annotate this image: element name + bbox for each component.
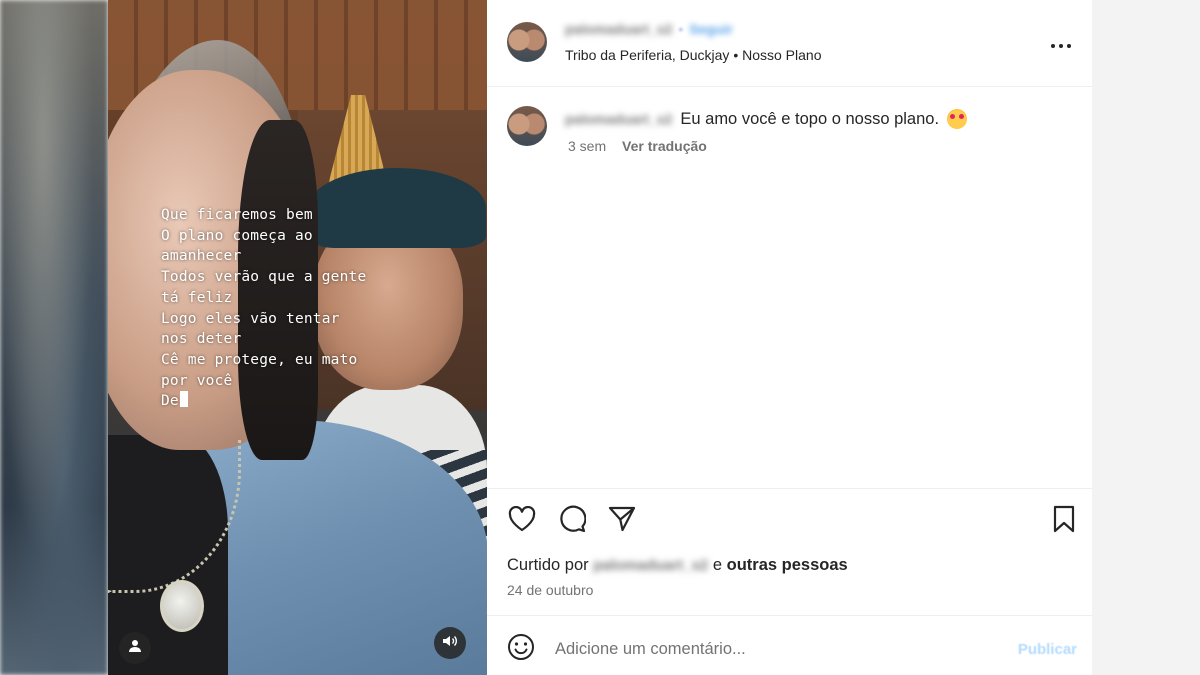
more-horizontal-icon — [1050, 32, 1072, 54]
comment-divider — [487, 615, 1092, 616]
bookmark-icon — [1052, 505, 1076, 538]
share-icon — [608, 506, 636, 537]
save-button[interactable] — [1049, 505, 1079, 538]
emoji-smile-icon[interactable] — [507, 633, 535, 666]
share-button[interactable] — [607, 506, 637, 536]
lyric-line: tá feliz — [161, 289, 233, 306]
likes-others-link[interactable]: outras pessoas — [727, 556, 848, 574]
lyric-line-last: De — [161, 391, 366, 412]
lyric-line: Todos verão que a gente — [161, 269, 367, 286]
comment-bar: Publicar — [507, 632, 1077, 666]
likes-summary: Curtido por palomaduart_s2 e outras pess… — [507, 556, 848, 575]
publish-button[interactable]: Publicar — [1018, 641, 1077, 658]
lyric-line: O plano começa ao — [161, 227, 313, 244]
author-avatar[interactable] — [507, 22, 547, 62]
likes-connector: e — [712, 556, 723, 574]
sound-toggle-button[interactable] — [434, 627, 466, 659]
lyric-line: amanhecer — [161, 248, 242, 265]
likes-prefix: Curtido por — [507, 556, 589, 574]
lyric-line-text: De — [161, 393, 179, 410]
caption: palomaduart_s2 Eu amo você e topo o noss… — [565, 109, 968, 129]
likes-username[interactable]: palomaduart_s2 — [593, 557, 708, 574]
heart-icon — [508, 505, 536, 537]
actions-divider — [487, 488, 1092, 489]
lyric-line: Cê me protege, eu mato — [161, 351, 358, 368]
lyrics-overlay: Que ficaremos bem O plano começa ao aman… — [161, 205, 366, 412]
post-header: palomaduart_s2 • Seguir — [565, 21, 733, 37]
author-username[interactable]: palomaduart_s2 — [565, 21, 672, 37]
comment-button[interactable] — [557, 505, 587, 538]
smiling-face-with-hearts-icon — [947, 109, 968, 129]
lyric-line: por você — [161, 372, 233, 389]
header-separator: • — [678, 21, 684, 37]
caption-avatar[interactable] — [507, 106, 547, 146]
comment-icon — [558, 505, 587, 538]
speaker-icon — [442, 634, 458, 653]
caption-meta: 3 sem Ver tradução — [568, 138, 707, 154]
video-pendant — [160, 580, 204, 632]
caption-username[interactable]: palomaduart_s2 — [565, 111, 672, 127]
lyric-line: Que ficaremos bem — [161, 207, 313, 223]
action-bar — [507, 505, 637, 538]
header-divider — [487, 86, 1092, 87]
blurred-backdrop — [0, 0, 108, 675]
video-player[interactable]: Que ficaremos bem O plano começa ao aman… — [108, 0, 487, 675]
user-tag-button[interactable] — [119, 632, 151, 664]
comment-input[interactable] — [553, 638, 987, 660]
lyric-line: nos deter — [161, 331, 242, 348]
caption-text: Eu amo você e topo o nosso plano. — [680, 109, 940, 128]
audio-attribution[interactable]: Tribo da Periferia, Duckjay • Nosso Plan… — [565, 47, 822, 63]
follow-button[interactable]: Seguir — [689, 21, 733, 37]
user-tag-icon — [128, 639, 142, 658]
like-button[interactable] — [507, 505, 537, 537]
post-date: 24 de outubro — [507, 582, 594, 598]
post-details-panel: palomaduart_s2 • Seguir Tribo da Perifer… — [487, 0, 1092, 675]
text-cursor — [179, 391, 188, 408]
more-options-button[interactable] — [1050, 32, 1072, 55]
translate-link[interactable]: Ver tradução — [622, 138, 707, 154]
lyric-line: Logo eles vão tentar — [161, 310, 340, 327]
caption-age: 3 sem — [568, 138, 607, 154]
